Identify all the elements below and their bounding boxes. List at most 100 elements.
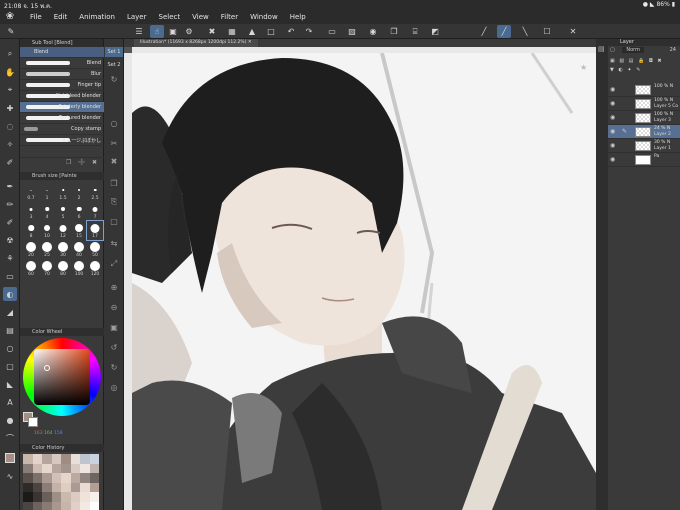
menu-select[interactable]: Select [159,13,181,21]
menu-help[interactable]: Help [290,13,306,21]
color-history-swatch[interactable] [23,482,33,492]
menu-icon[interactable]: ☰ [132,25,146,38]
cut-icon[interactable]: ✂ [108,139,120,151]
color-history-swatch[interactable] [70,473,80,483]
layer-property-icon[interactable]: ▢ [610,47,615,53]
brush-size-option[interactable]: 5 [55,202,71,221]
frame-icon[interactable]: ▢ [3,359,17,373]
clipping-icon[interactable]: ◘ [649,58,653,64]
pencil-icon[interactable]: ✏ [3,197,17,211]
touch-modifier-icon[interactable]: ☝ [150,25,164,38]
color-history-swatch[interactable] [89,473,99,483]
reference-icon[interactable]: ▣ [166,25,180,38]
brush-size-option[interactable]: 0.7 [23,183,39,202]
transform-icon[interactable]: ▢ [108,217,120,229]
subtool-item-copy-stamp[interactable]: Copy stamp [20,124,104,135]
color-history-swatch[interactable] [89,492,99,502]
color-history-swatch[interactable] [32,454,42,464]
brush-size-option[interactable]: 50 [87,240,103,259]
trash-icon[interactable]: ✖ [108,157,120,169]
redo-icon[interactable]: ↷ [302,25,316,38]
color-history-swatch[interactable] [70,482,80,492]
invert-selection-icon[interactable]: ▨ [345,25,359,38]
color-history-swatch[interactable] [80,463,90,473]
color-history-swatch[interactable] [80,492,90,502]
rotate-icon[interactable]: ↻ [108,75,120,87]
subtool-item-blur[interactable]: Blur [20,69,104,80]
color-history-swatch[interactable] [70,454,80,464]
quick-access-icon[interactable]: ☐ [540,25,554,38]
color-history-swatch[interactable] [42,473,52,483]
eraser-icon[interactable]: ▭ [3,269,17,283]
subtool-item-not-bleed-blender[interactable]: Not bleed blender [20,91,104,102]
fit-icon[interactable]: ▣ [108,323,120,335]
gradient-icon[interactable]: ▤ [3,323,17,337]
color-history-swatch[interactable] [89,463,99,473]
draft-layer-icon[interactable]: ✎ [636,67,640,73]
operation-icon[interactable]: ⌖ [3,83,17,97]
brush-size-option[interactable]: 40 [71,240,87,259]
color-history-swatch[interactable] [42,463,52,473]
delete-layer-icon[interactable]: ✖ [657,58,661,64]
subtool-item-smooth-blur[interactable]: スムージぷぼかし [20,135,104,146]
subtool-item-textured-blender[interactable]: Textured blender [20,113,104,124]
hue-ring[interactable] [23,338,101,416]
lock-layer-icon[interactable]: 🔒 [638,58,644,64]
stroke-icon[interactable]: ∿ [3,469,17,483]
opacity-value[interactable]: 24 [670,47,676,53]
color-history-swatch[interactable] [51,492,61,502]
color-history-swatch[interactable] [42,501,52,510]
text-icon[interactable]: A [3,395,17,409]
fill-bucket-icon[interactable]: ◢ [3,305,17,319]
color-history-swatch[interactable] [51,454,61,464]
color-history-swatch[interactable] [61,492,71,502]
brush-size-option[interactable]: 20 [23,240,39,259]
color-history-swatch[interactable] [42,482,52,492]
ruler-icon[interactable]: ◩ [428,25,442,38]
color-history-swatch[interactable] [23,473,33,483]
brush-size-option[interactable]: 10 [39,221,55,240]
brush-size-option[interactable]: 60 [23,259,39,278]
color-history-swatch[interactable] [42,454,52,464]
pen-pressure-icon[interactable]: ╱ [477,25,491,38]
color-history-swatch[interactable] [89,482,99,492]
correct-line-icon[interactable]: ⌒ [3,431,17,445]
flip-icon[interactable]: ⇆ [108,239,120,251]
reset-view-icon[interactable]: ◎ [108,383,120,395]
brush-size-option[interactable]: 17 [86,220,104,241]
color-history-swatch[interactable] [80,501,90,510]
reference-layer-icon[interactable]: ✦ [627,67,631,73]
color-history-swatch[interactable] [61,463,71,473]
menu-edit[interactable]: Edit [54,13,68,21]
brush-size-option[interactable]: 15 [71,221,87,240]
figure-icon[interactable]: ○ [3,341,17,355]
menu-layer[interactable]: Layer [127,13,147,21]
color-history-swatch[interactable] [51,463,61,473]
brush-size-option[interactable]: 6 [71,202,87,221]
main-color-swatch[interactable] [3,451,17,465]
color-history-swatch[interactable] [32,463,42,473]
brush-size-option[interactable]: 8 [23,221,39,240]
set-tab-1[interactable]: Set 1 [105,47,123,57]
ruler-tool-icon[interactable]: ◣ [3,377,17,391]
airbrush-icon[interactable]: ☢ [3,233,17,247]
color-history-swatch[interactable] [51,482,61,492]
visibility-eye-icon[interactable]: ◉ [610,86,615,93]
visibility-eye-icon[interactable]: ◉ [610,142,615,149]
color-history-swatch[interactable] [70,492,80,502]
decoration-icon[interactable]: ⚘ [3,251,17,265]
color-history-swatch[interactable] [70,463,80,473]
color-history-swatch[interactable] [89,454,99,464]
new-vector-layer-icon[interactable]: ▧ [619,58,624,64]
brush-size-option[interactable]: 2.5 [87,183,103,202]
eraser-stroke-icon[interactable]: ╲ [518,25,532,38]
brush-size-option[interactable]: 4 [39,202,55,221]
visibility-eye-icon[interactable]: ◉ [610,128,615,135]
subtool-item-painterly-blender[interactable]: Painterly blender [20,102,104,113]
color-history-swatch[interactable] [32,501,42,510]
color-history-swatch[interactable] [80,454,90,464]
new-folder-icon[interactable]: ▤ [629,58,634,64]
color-history-swatch[interactable] [23,492,33,502]
color-history-swatch[interactable] [32,482,42,492]
brush-size-option[interactable]: 25 [39,240,55,259]
